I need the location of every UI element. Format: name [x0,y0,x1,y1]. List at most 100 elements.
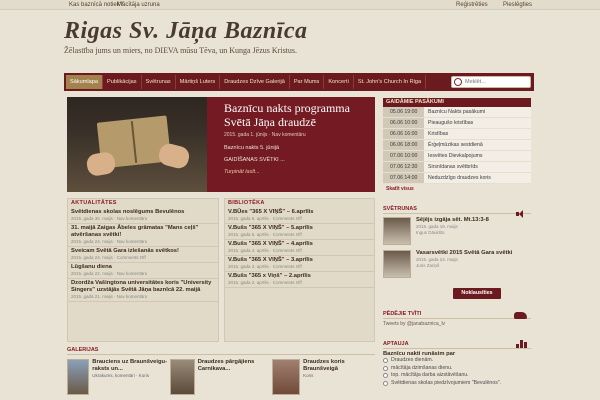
news-meta: 2015. gada 22. maijs · Nav komentāru [71,271,148,276]
event-row[interactable]: 05.06 19:00 Baznīcu Nakts pasākumi [383,107,531,118]
gallery-item-title[interactable]: Brauciens uz Braunšveigu- raksts un... [92,359,169,373]
radio-button[interactable] [383,358,388,364]
poll-option[interactable]: top. mācītāja darba aizstāvēšanu. [383,372,531,380]
event-date: 06.06 10:00 [383,118,424,128]
event-title[interactable]: Kristības [424,129,531,139]
event-row[interactable]: 07.06 10:00 Iesvētes Dievkalpojums [383,151,531,162]
event-row[interactable]: 06.06 10:00 Pieaugušo kristības [383,118,531,129]
sermon-title[interactable]: Sējējs izgāja sēt. Mt.13:3-8 [416,217,489,224]
radio-button[interactable] [383,380,388,386]
event-date: 06.06 16:00 [383,129,424,139]
library-item[interactable]: V.Bušs "365 x Viņš" – 2.aprīlis 2015. gad… [225,272,374,288]
event-title[interactable]: Ērģeļmūzikas sestdienā [424,140,531,150]
gallery-item[interactable]: Brauciens uz Braunšveigu- raksts un... Uk… [67,359,170,399]
main-nav: Sākumlapa Publikācijas Svētrunas Mārtiņš… [64,73,534,91]
news-title[interactable]: Svētdienas skolas noslēgums Bevulēnos [71,209,215,216]
sermon-title[interactable]: Vasarsvētki 2015 Svētā Gara svētki [416,250,512,257]
events-schedule: GAIDĀMIE PASĀKUMI 05.06 19:00 Baznīcu Nak… [383,98,531,192]
event-title[interactable]: Baznīcu Nakts pasākumi [424,107,531,117]
library-meta: 2015. gada 6. aprīlis · Comments Off [228,216,302,221]
news-title[interactable]: Sveicam Svētā Gara izlešanās svētkos! [71,248,215,255]
event-title[interactable]: Neduzdzīgo draudzes koris [424,173,531,183]
library-title[interactable]: V.BŪes "365 X VIŅŠ" – 6.aprīlis [228,209,371,216]
search-icon [454,78,462,86]
event-row[interactable]: 06.06 16:00 Kristības [383,129,531,140]
read-more-link[interactable]: Turpināt lasīt... [224,169,372,175]
news-item[interactable]: Svētdienas skolas noslēgums Bevulēnos 201… [68,208,218,224]
gallery-item[interactable]: Draudzes koris Braunšveigā Koris [272,359,375,399]
library-item[interactable]: V.Bušs "365 X VIŅŠ" – 3.aprīlis 2015. gad… [225,256,374,272]
event-row[interactable]: 07.06 14:00 Neduzdzīgo draudzes koris [383,173,531,184]
event-date: 06.06 18:00 [383,140,424,150]
tweets-link[interactable]: Tweets by @janabaznica_lv [383,321,531,327]
tweets-title: PĒDĒJIE TVĪTI [383,310,531,319]
library-title[interactable]: V.Bušs "365 X VIŅŠ" – 3.aprīlis [228,257,371,264]
sermon-item[interactable]: Vasarsvētki 2015 Svētā Gara svētki 2015.… [383,250,531,280]
gallery-thumbnail[interactable] [67,359,90,395]
search-input[interactable]: Meklēt... [451,76,531,88]
hero-image [67,97,207,192]
news-title[interactable]: Dzordža Vašingtona universitātes koris "… [71,280,215,294]
news-item[interactable]: Sveicam Svētā Gara izlešanās svētkos! 201… [68,247,218,263]
library-title[interactable]: V.Bušs "365 X VIŅŠ" – 4.aprīlis [228,241,371,248]
library-item[interactable]: V.BŪes "365 X VIŅŠ" – 6.aprīlis 2015. gad… [225,208,374,224]
avatar [383,217,411,245]
library-meta: 2015. gada 3. aprīlis · Comments Off [228,264,302,269]
event-date: 05.06 19:00 [383,107,424,117]
nav-item-publications[interactable]: Publikācijas [103,75,142,89]
gallery-thumbnail[interactable] [169,359,195,395]
library-title[interactable]: V.Bušs "365 X VIŅŠ" – 5.aprīlis [228,225,371,232]
hero-title[interactable]: Baznīcu nakts programma Svētā Jāņa draud… [224,101,372,129]
site-logo[interactable]: Rigas Sv. Jāņa Baznīca [64,18,308,45]
news-title[interactable]: Lūgšanu diena [71,264,215,271]
nav-item-martin-luther[interactable]: Mārtiņš Luters [176,75,221,89]
news-item[interactable]: Lūgšanu diena 2015. gada 22. maijs · Nav … [68,263,218,279]
aktualitates-panel: AKTUALITĀTES Svētdienas skolas noslēgums… [67,198,219,342]
poll-option[interactable]: Svētdienas skolas piedzīvojumiem "Bevulē… [383,380,531,388]
library-title[interactable]: V.Bušs "365 x Viņš" – 2.aprīlis [228,273,371,280]
link-kas-baznica-notiek[interactable]: Kas baznīcā notiek? [69,2,123,8]
news-title[interactable]: 31. maijā Zaigas Ābeles grāmatas "Mans c… [71,225,215,239]
event-row[interactable]: 06.06 18:00 Ērģeļmūzikas sestdienā [383,140,531,151]
gallery-item-title[interactable]: Draudzes koris Braunšveigā [303,359,375,373]
hero-banner[interactable]: Baznīcu nakts programma Svētā Jāņa draud… [67,97,375,192]
gallery-item-title[interactable]: Draudzes pārgājiens Carnikava... [198,359,273,373]
event-row[interactable]: 07.06 12:30 Sirsnīdanas svētbrīds [383,162,531,173]
poll-option-label: Svētdienas skolas piedzīvojumiem "Bevulē… [391,379,502,386]
sermons-title: SVĒTRUNAS [383,205,531,214]
tweets-panel: PĒDĒJIE TVĪTI Tweets by @janabaznica_lv [383,310,531,327]
news-meta: 2015. gada 30. maijs · Nav komentāru [71,216,148,221]
nav-item-concerts[interactable]: Koncerti [324,75,354,89]
nav-item-sermons[interactable]: Svētrunas [142,75,176,89]
event-title[interactable]: Sirsnīdanas svētbrīds [424,162,531,172]
news-item[interactable]: Dzordža Vašingtona universitātes koris "… [68,279,218,302]
link-register[interactable]: Reģistrēties [456,2,488,8]
sermon-item[interactable]: Sējējs izgāja sēt. Mt.13:3-8 2015. gada … [383,217,531,247]
sermons-panel: SVĒTRUNAS Sējējs izgāja sēt. Mt.13:3-8 2… [383,205,531,280]
link-macitaja-uzruna[interactable]: Mācītāja uzruna [117,2,160,8]
biblioteka-panel: BIBLIOTĒKA V.BŪes "365 X VIŅŠ" – 6.aprīl… [224,198,375,342]
library-item[interactable]: V.Bušs "365 X VIŅŠ" – 4.aprīlis 2015. gad… [225,240,374,256]
gallery-item[interactable]: Draudzes pārgājiens Carnikava... [169,359,273,399]
library-item[interactable]: V.Bušs "365 X VIŅŠ" – 5.aprīlis 2015. gad… [225,224,374,240]
library-meta: 2015. gada 4. aprīlis · Comments Off [228,248,302,253]
event-title[interactable]: Iesvētes Dievkalpojums [424,151,531,161]
event-date: 07.06 14:00 [383,173,424,183]
poll-option-label: mācītāja dzimšanas dienu. [391,364,453,371]
nav-item-gallery[interactable]: Draudzes Dzīve Galerijā [220,75,290,89]
view-all-events-link[interactable]: Skatīt visus [383,186,531,192]
listen-button[interactable]: Noklausīties [453,288,501,299]
gallery-thumbnail[interactable] [272,359,301,395]
radio-button[interactable] [383,365,388,371]
news-item[interactable]: 31. maijā Zaigas Ābeles grāmatas "Mans c… [68,224,218,247]
event-title[interactable]: Pieaugušo kristības [424,118,531,128]
nav-item-home[interactable]: Sākumlapa [66,75,103,89]
poll-option[interactable]: mācītāja dzimšanas dienu. [383,365,531,373]
nav-item-english[interactable]: St. John's Church In Riga [354,75,427,89]
poll-option[interactable]: Draudzes dienām. [383,357,531,365]
poll-panel: APTAUJA Baznīcu nakti runāsim par Draudz… [383,340,531,387]
link-login[interactable]: Pieslēgties [503,2,532,8]
radio-button[interactable] [383,373,388,379]
nav-item-about[interactable]: Par Mums [290,75,325,89]
panel-title: BIBLIOTĒKA [228,200,265,206]
